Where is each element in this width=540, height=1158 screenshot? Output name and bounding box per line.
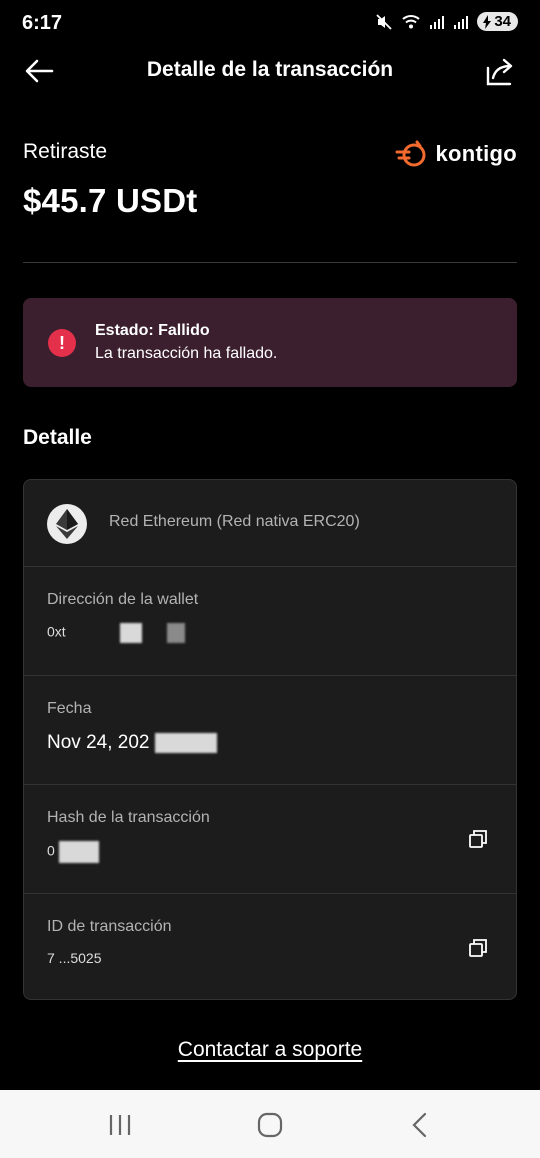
amount-value: $45.7 USDt — [23, 182, 198, 219]
copy-tx-id-button[interactable] — [468, 938, 488, 958]
wallet-label: Dirección de la wallet — [47, 591, 199, 608]
ethereum-icon — [47, 504, 87, 544]
status-description: La transacción ha fallado. — [95, 345, 278, 362]
wallet-row: Dirección de la wallet 0xt — [24, 567, 516, 676]
copy-icon — [469, 939, 487, 957]
status-time: 6:17 — [22, 12, 63, 34]
share-icon — [486, 58, 513, 86]
signal-icon-2 — [454, 15, 469, 29]
copy-hash-button[interactable] — [468, 829, 488, 849]
hash-value: 0 — [47, 841, 99, 863]
tx-id-row: ID de transacción 7 ...5025 — [24, 894, 516, 999]
tx-id-value: 7 ...5025 — [47, 950, 102, 966]
hash-row: Hash de la transacción 0 — [24, 785, 516, 894]
redacted-block — [58, 841, 99, 863]
date-text: Nov 24, 202 — [47, 732, 150, 753]
wallet-value: 0xt — [47, 623, 186, 643]
divider — [23, 262, 517, 263]
tx-id-label: ID de transacción — [47, 918, 172, 935]
date-row: Fecha Nov 24, 202 — [24, 676, 516, 785]
battery-indicator: 34 — [477, 12, 518, 31]
nav-back-button[interactable] — [405, 1110, 435, 1140]
date-label: Fecha — [47, 700, 92, 717]
hash-text: 0 — [47, 842, 55, 859]
home-button[interactable] — [255, 1110, 285, 1140]
recent-apps-button[interactable] — [105, 1110, 135, 1140]
date-value: Nov 24, 202 — [47, 732, 217, 754]
copy-icon — [469, 830, 487, 848]
status-card: ! Estado: Fallido La transacción ha fall… — [23, 298, 517, 387]
status-title: Estado: Fallido — [95, 322, 210, 339]
amount-summary: Retiraste $45.7 USDt kontigo — [23, 140, 517, 220]
details-section-title: Detalle — [23, 426, 92, 449]
redacted-block — [154, 732, 217, 753]
redacted-block — [119, 623, 142, 643]
brand: kontigo — [395, 138, 517, 170]
share-button[interactable] — [484, 56, 516, 88]
status-bar: 6:17 34 — [0, 0, 540, 48]
status-icons: 34 — [375, 12, 518, 31]
recent-apps-icon — [109, 1115, 131, 1135]
details-card: Red Ethereum (Red nativa ERC20) Direcció… — [23, 479, 517, 1000]
battery-level: 34 — [494, 13, 511, 30]
mute-icon — [376, 13, 392, 30]
page-title: Detalle de la transacción — [146, 58, 394, 81]
redacted-block — [167, 623, 186, 643]
brand-name: kontigo — [435, 141, 517, 166]
system-nav-bar — [0, 1090, 540, 1158]
header: Detalle de la transacción — [0, 50, 540, 94]
back-icon — [412, 1112, 427, 1138]
contact-support-link[interactable]: Contactar a soporte — [178, 1038, 362, 1061]
signal-icon — [430, 15, 445, 29]
kontigo-logo-icon — [395, 140, 426, 167]
network-label: Red Ethereum (Red nativa ERC20) — [109, 513, 360, 530]
charging-icon — [483, 14, 492, 29]
support-link-container: Contactar a soporte — [0, 1038, 540, 1062]
wallet-text: 0xt — [47, 623, 66, 640]
network-row: Red Ethereum (Red nativa ERC20) — [24, 480, 516, 567]
hash-label: Hash de la transacción — [47, 809, 210, 826]
error-icon: ! — [48, 329, 76, 357]
wifi-icon — [402, 14, 420, 28]
home-icon — [257, 1112, 283, 1138]
